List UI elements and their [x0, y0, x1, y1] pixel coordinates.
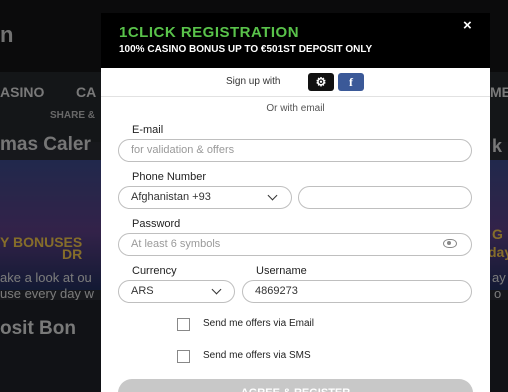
phone-field[interactable]	[298, 186, 472, 209]
email-field[interactable]: for validation & offers	[118, 139, 472, 162]
currency-select[interactable]: ARS	[118, 280, 235, 303]
password-field[interactable]: At least 6 symbols	[118, 233, 472, 256]
country-code-select[interactable]: Afghanistan +93	[118, 186, 292, 209]
register-button[interactable]: AGREE & REGISTER	[118, 379, 473, 392]
country-code-value: Afghanistan +93	[131, 191, 211, 203]
currency-label: Currency	[132, 265, 177, 277]
facebook-icon: f	[349, 75, 353, 89]
registration-modal: 1CLICK REGISTRATION 100% CASINO BONUS UP…	[101, 13, 490, 392]
modal-title: 1CLICK REGISTRATION	[119, 24, 300, 41]
email-offers-checkbox[interactable]	[177, 318, 190, 331]
chevron-down-icon	[267, 190, 278, 201]
eye-icon[interactable]	[443, 239, 457, 248]
password-placeholder: At least 6 symbols	[131, 238, 221, 250]
facebook-login-button[interactable]: f	[338, 73, 364, 91]
email-offers-label: Send me offers via Email	[203, 318, 314, 329]
email-label: E-mail	[132, 124, 164, 136]
steam-login-button[interactable]: ⚙	[308, 73, 334, 91]
modal-header: 1CLICK REGISTRATION 100% CASINO BONUS UP…	[101, 13, 490, 68]
chevron-down-icon	[211, 284, 222, 295]
sms-offers-label: Send me offers via SMS	[203, 350, 311, 361]
signup-label: Sign up with	[226, 76, 281, 87]
username-label: Username	[256, 265, 307, 277]
social-signup-row: Sign up with ⚙ f	[101, 71, 490, 95]
sms-offers-checkbox[interactable]	[177, 350, 190, 363]
modal-subtitle: 100% CASINO BONUS UP TO €501ST DEPOSIT O…	[119, 44, 373, 55]
phone-label: Phone Number	[132, 171, 206, 183]
username-field[interactable]: 4869273	[242, 280, 472, 303]
steam-icon: ⚙	[315, 75, 327, 89]
or-with-email: Or with email	[266, 103, 325, 114]
currency-value: ARS	[131, 285, 154, 297]
close-icon[interactable]: ×	[463, 17, 472, 34]
password-label: Password	[132, 218, 181, 230]
divider	[101, 96, 490, 97]
